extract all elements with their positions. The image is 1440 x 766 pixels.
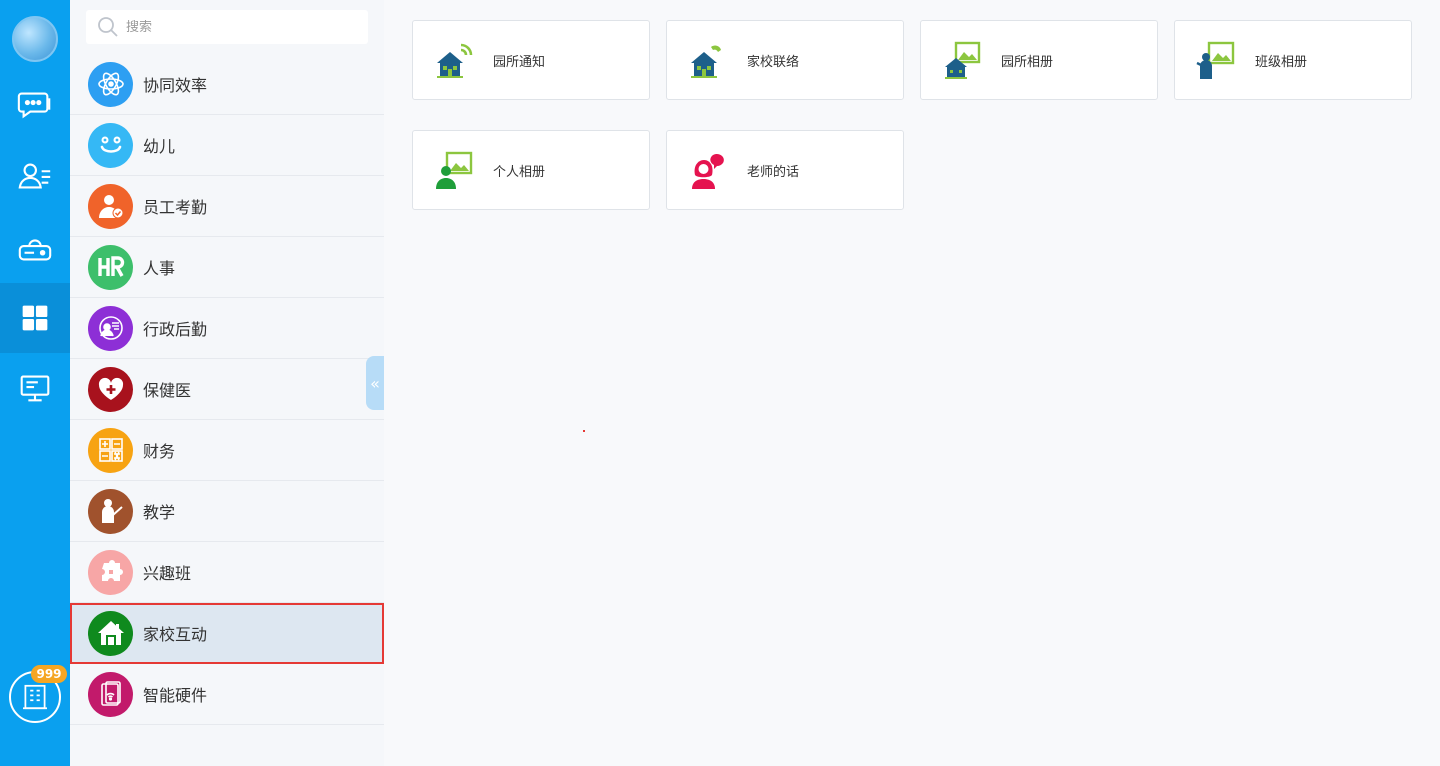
search-input[interactable] [126,19,346,35]
school-notice-icon [433,39,475,81]
card-school-album[interactable]: 园所相册 [920,20,1158,100]
menu-item-label: 人事 [143,259,176,278]
smiley-face-icon [88,122,133,168]
menu-item-attendance[interactable]: 员工考勤 [70,176,384,237]
person-check-icon [88,183,133,229]
menu-item-label: 行政后勤 [143,320,208,339]
menu-item-collaboration[interactable]: 协同效率 [70,54,384,115]
menu-item-label: 协同效率 [143,76,208,95]
menu-item-label: 保健医 [143,381,192,400]
cursor-dot [583,430,585,432]
card-label: 家校联络 [747,54,800,70]
menu-item-label: 幼儿 [143,137,176,156]
app-grid-icon[interactable] [0,283,70,353]
house-icon [88,610,133,656]
card-home-school-contact[interactable]: 家校联络 [666,20,904,100]
school-album-icon [941,39,983,81]
search-box[interactable] [86,10,368,44]
admin-person-icon [88,305,133,351]
card-label: 园所相册 [1001,54,1054,70]
menu-item-label: 教学 [143,503,176,522]
menu-item-teaching[interactable]: 教学 [70,481,384,542]
puzzle-icon [88,549,133,595]
card-label: 园所通知 [493,54,546,70]
card-label: 老师的话 [747,164,800,180]
atom-icon [88,61,133,107]
menu-item-smart-hardware[interactable]: 智能硬件 [70,664,384,725]
menu-item-health[interactable]: 保健医 [70,359,384,420]
menu-item-label: 员工考勤 [143,198,208,217]
collapse-sidebar-button[interactable]: « [366,356,384,410]
notification-badge: 999 [31,665,67,683]
app-rail: 999 [0,0,70,766]
module-list: 协同效率 幼儿 员工考勤 人事 行政后勤 保健医 财务 教学 兴趣班 家校互动 … [70,54,384,725]
chat-bubbles-icon[interactable] [0,69,70,139]
menu-item-home-school[interactable]: 家校互动 [70,603,384,664]
heart-plus-icon [88,366,133,412]
double-chevron-left-icon: « [370,373,380,393]
menu-item-label: 家校互动 [143,625,208,644]
personal-album-icon [433,149,475,191]
calculator-icon [88,427,133,473]
cloud-drive-icon[interactable] [0,213,70,283]
monitor-icon[interactable] [0,353,70,423]
user-avatar[interactable] [12,16,58,62]
hr-icon [88,244,133,290]
smart-device-icon [88,671,133,717]
home-school-contact-icon [687,39,729,81]
menu-item-label: 财务 [143,442,176,461]
teacher-icon [88,488,133,534]
contacts-list-icon[interactable] [0,141,70,211]
search-icon [98,17,118,37]
menu-item-hr[interactable]: 人事 [70,237,384,298]
menu-item-label: 兴趣班 [143,564,192,583]
card-teacher-message[interactable]: 老师的话 [666,130,904,210]
card-label: 个人相册 [493,164,546,180]
menu-item-finance[interactable]: 财务 [70,420,384,481]
card-school-notice[interactable]: 园所通知 [412,20,650,100]
class-album-icon [1195,39,1237,81]
card-class-album[interactable]: 班级相册 [1174,20,1412,100]
app-cards-area: 园所通知 家校联络 园所相册 班级相册 个人相册 老师的话 [384,0,1440,766]
menu-item-interest-class[interactable]: 兴趣班 [70,542,384,603]
menu-item-children[interactable]: 幼儿 [70,115,384,176]
menu-item-admin-logistics[interactable]: 行政后勤 [70,298,384,359]
card-personal-album[interactable]: 个人相册 [412,130,650,210]
teacher-message-icon [687,149,729,191]
module-menu: 协同效率 幼儿 员工考勤 人事 行政后勤 [70,0,384,766]
menu-item-label: 智能硬件 [143,686,208,705]
card-label: 班级相册 [1255,54,1308,70]
